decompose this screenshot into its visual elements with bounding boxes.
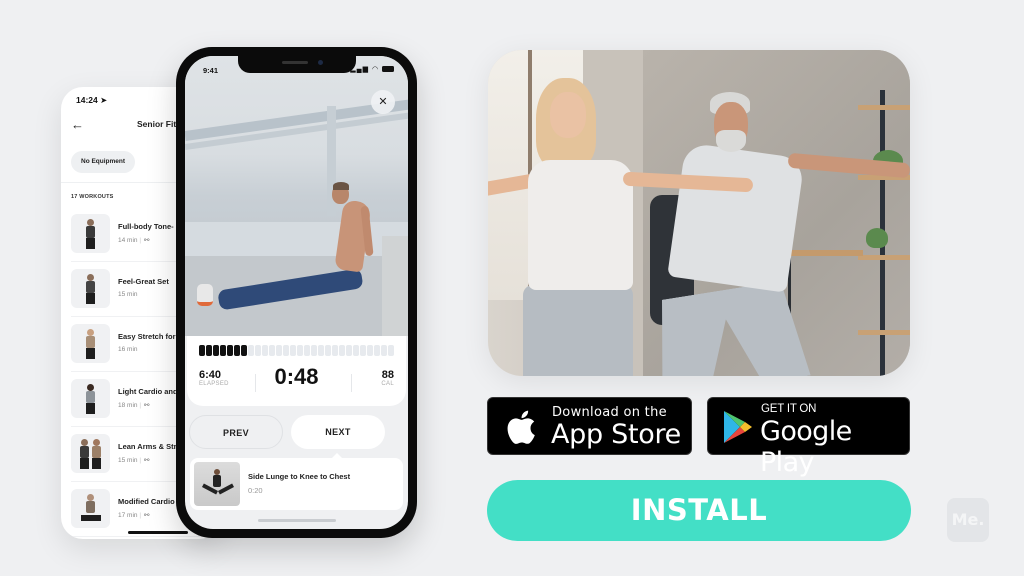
close-button[interactable]: ✕ [371, 90, 395, 114]
screen-title: Senior Fit [137, 119, 177, 129]
workout-meta: 17 min | ⚯ [118, 512, 150, 519]
progress-segment [283, 345, 289, 356]
google-play-badge[interactable]: GET IT ON Google Play [707, 397, 910, 478]
workout-meta: 16 min [118, 346, 138, 353]
location-arrow-icon: ➤ [100, 95, 108, 105]
phone-frame: 9:41 ▂▄▆ ◠ ✕ 6:40 ELAPSED 0:48 88 CAL PR… [176, 47, 417, 538]
progress-segment [374, 345, 380, 356]
workout-thumbnail [71, 434, 110, 473]
progress-segment [381, 345, 387, 356]
filter-chip-no-equipment[interactable]: No Equipment [71, 151, 136, 173]
exercise-timer: 0:48 [274, 364, 319, 389]
exercise-player-screen: 9:41 ▂▄▆ ◠ ✕ 6:40 ELAPSED 0:48 88 CAL PR… [185, 56, 408, 529]
workout-name: Light Cardio and [118, 387, 178, 396]
app-store-badge[interactable]: Download on the App Store [487, 397, 692, 455]
progress-segment [276, 345, 282, 356]
progress-segment [332, 345, 338, 356]
home-indicator [128, 531, 188, 534]
progress-segment [311, 345, 317, 356]
progress-segment [304, 345, 310, 356]
workout-meta: 15 min [118, 291, 138, 298]
google-play-small-text: GET IT ON [761, 403, 817, 415]
progress-segment [255, 345, 261, 356]
google-play-icon [724, 411, 752, 443]
dumbbell-icon: ⚯ [144, 237, 150, 244]
workout-name: Full-body Tone- [118, 222, 174, 231]
progress-segment-complete [199, 345, 205, 356]
progress-segment [262, 345, 268, 356]
dumbbell-icon: ⚯ [144, 457, 150, 464]
next-exercise-card[interactable]: Side Lunge to Knee to Chest 0:20 [190, 453, 403, 510]
progress-segment [325, 345, 331, 356]
next-exercise-duration: 0:20 [248, 486, 263, 495]
progress-segment [269, 345, 275, 356]
progress-segment [290, 345, 296, 356]
workout-thumbnail [71, 489, 110, 528]
prev-button[interactable]: PREV [189, 415, 283, 449]
divider [351, 374, 352, 392]
wifi-icon: ◠ [371, 66, 380, 73]
calories-label: CAL [381, 381, 394, 387]
app-store-small-text: Download on the [552, 405, 667, 420]
progress-segment [367, 345, 373, 356]
workout-name: Modified Cardio [118, 497, 175, 506]
progress-segment-complete [227, 345, 233, 356]
workout-stats-panel: 6:40 ELAPSED 0:48 88 CAL [187, 336, 406, 406]
progress-segment [318, 345, 324, 356]
workout-count: 17 WORKOUTS [71, 194, 114, 200]
dumbbell-icon: ⚯ [144, 512, 150, 519]
progress-segment [339, 345, 345, 356]
workout-progress-bar [199, 345, 394, 356]
progress-segment-complete [234, 345, 240, 356]
workout-name: Easy Stretch for [118, 332, 176, 341]
progress-segment [297, 345, 303, 356]
calories-value: 88 [381, 369, 394, 381]
workout-name: Lean Arms & Stre [118, 442, 181, 451]
dumbbell-icon: ⚯ [144, 402, 150, 409]
progress-segment [388, 345, 394, 356]
workout-thumbnail [71, 324, 110, 363]
install-button[interactable]: INSTALL [487, 480, 911, 541]
progress-segment [353, 345, 359, 356]
brand-logo: Me. [947, 498, 989, 542]
workout-thumbnail [71, 269, 110, 308]
app-store-big-text: App Store [551, 419, 681, 450]
progress-segment-complete [206, 345, 212, 356]
status-time: 9:41 [203, 66, 219, 75]
next-exercise-thumbnail [194, 462, 240, 506]
workout-meta: 14 min | ⚯ [118, 237, 150, 244]
workout-meta: 15 min | ⚯ [118, 457, 150, 464]
close-icon: ✕ [378, 96, 388, 108]
next-exercise-title: Side Lunge to Knee to Chest [248, 472, 351, 481]
workout-thumbnail [71, 214, 110, 253]
progress-segment [248, 345, 254, 356]
battery-icon [382, 66, 394, 73]
workout-thumbnail [71, 379, 110, 418]
progress-segment-complete [241, 345, 247, 356]
progress-segment [346, 345, 352, 356]
home-indicator [257, 519, 336, 522]
status-icons: ▂▄▆ ◠ [350, 65, 394, 73]
phone-notch [237, 56, 356, 73]
progress-segment [360, 345, 366, 356]
workout-meta: 18 min | ⚯ [118, 402, 150, 409]
progress-segment-complete [213, 345, 219, 356]
signal-icon: ▂▄▆ [350, 66, 369, 73]
next-button[interactable]: NEXT [291, 415, 385, 449]
calories-stat: 88 CAL [381, 369, 394, 387]
workout-name: Feel-Great Set [118, 277, 169, 286]
google-play-big-text: Google Play [760, 416, 852, 478]
back-arrow-icon[interactable]: ← [71, 117, 84, 132]
hero-photo-seniors-exercising [488, 50, 910, 376]
progress-segment-complete [220, 345, 226, 356]
apple-icon [507, 410, 535, 444]
status-time: 14:24 ➤ [76, 95, 108, 105]
